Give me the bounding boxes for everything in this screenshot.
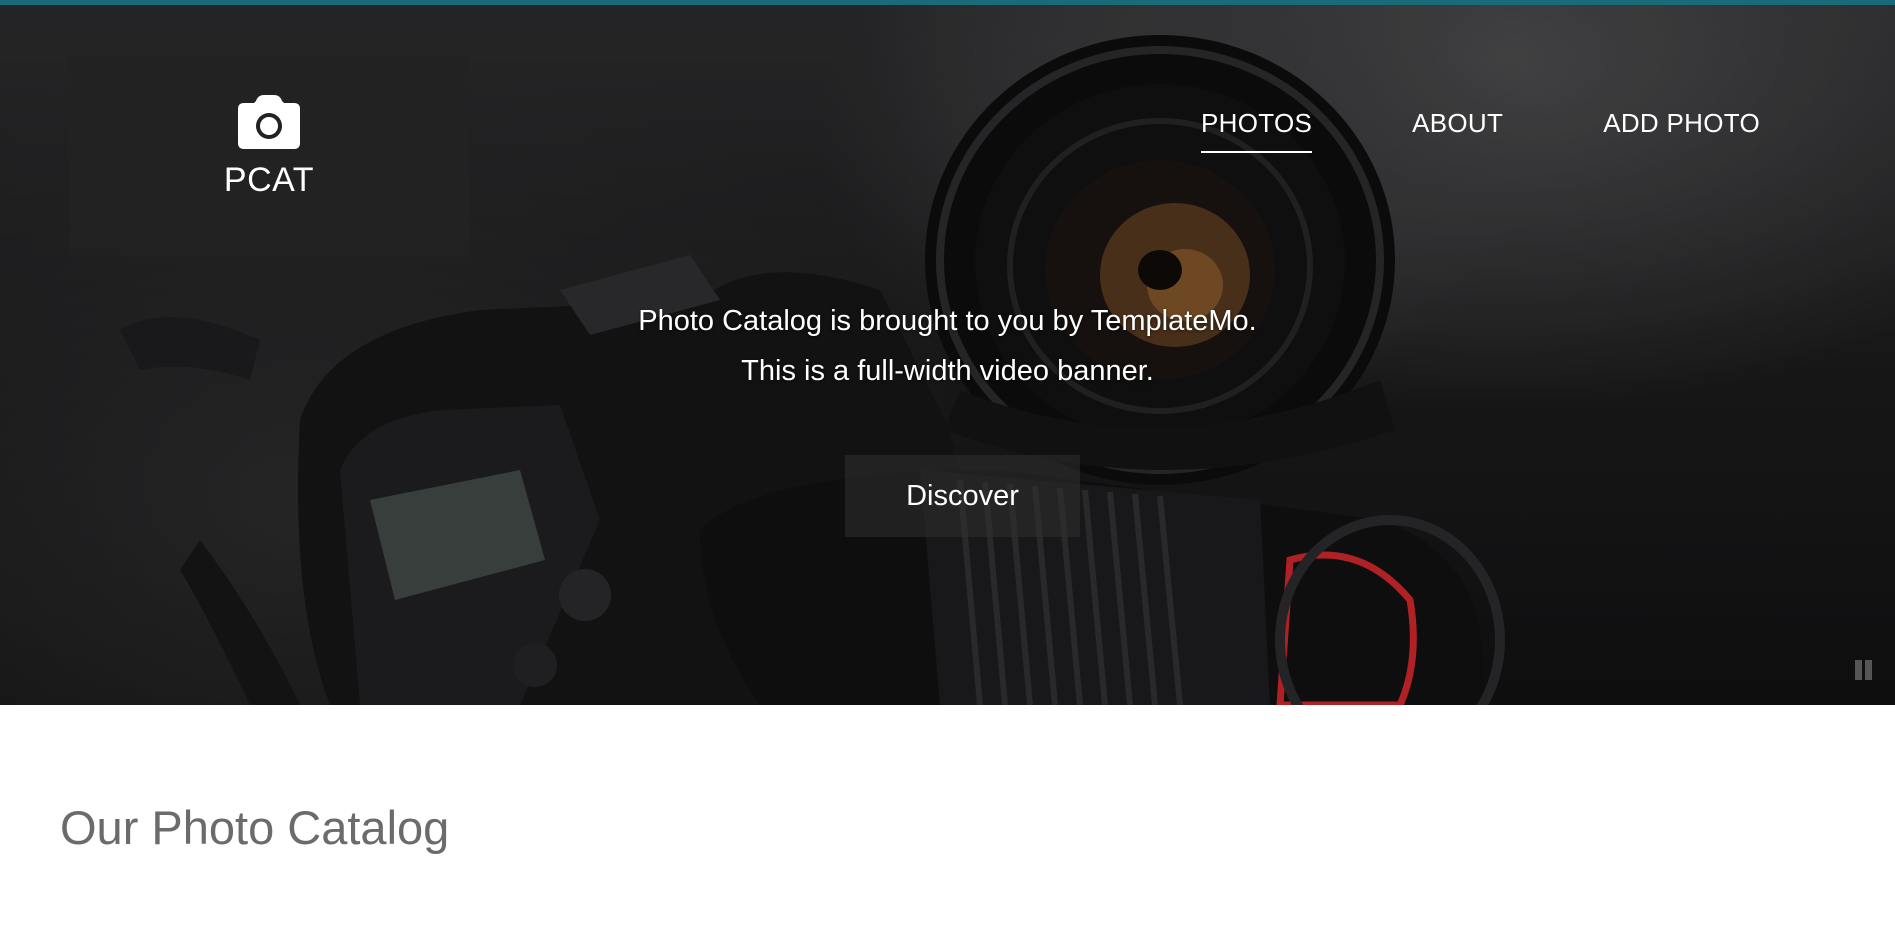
- banner-line-1: Photo Catalog is brought to you by Templ…: [638, 305, 1257, 337]
- brand-logo-box[interactable]: PCAT: [69, 55, 469, 255]
- nav-item-add-photo[interactable]: ADD PHOTO: [1603, 104, 1760, 153]
- top-accent-strip: [0, 0, 1895, 5]
- nav-item-photos[interactable]: PHOTOS: [1201, 104, 1313, 153]
- main-nav: PHOTOS ABOUT ADD PHOTO: [1101, 104, 1760, 153]
- camera-icon: [238, 95, 300, 149]
- section-title: Our Photo Catalog: [60, 801, 450, 854]
- pause-icon[interactable]: [1855, 660, 1875, 680]
- pause-bar-left: [1855, 660, 1862, 680]
- pause-bar-right: [1865, 660, 1872, 680]
- discover-button[interactable]: Discover: [845, 455, 1080, 537]
- banner-tagline: Photo Catalog is brought to you by Templ…: [0, 296, 1895, 396]
- nav-item-about[interactable]: ABOUT: [1412, 104, 1503, 153]
- brand-name: PCAT: [223, 161, 315, 199]
- banner-line-2: This is a full-width video banner.: [741, 355, 1154, 387]
- video-banner: PCAT PHOTOS ABOUT ADD PHOTO Photo Catalo…: [0, 0, 1895, 705]
